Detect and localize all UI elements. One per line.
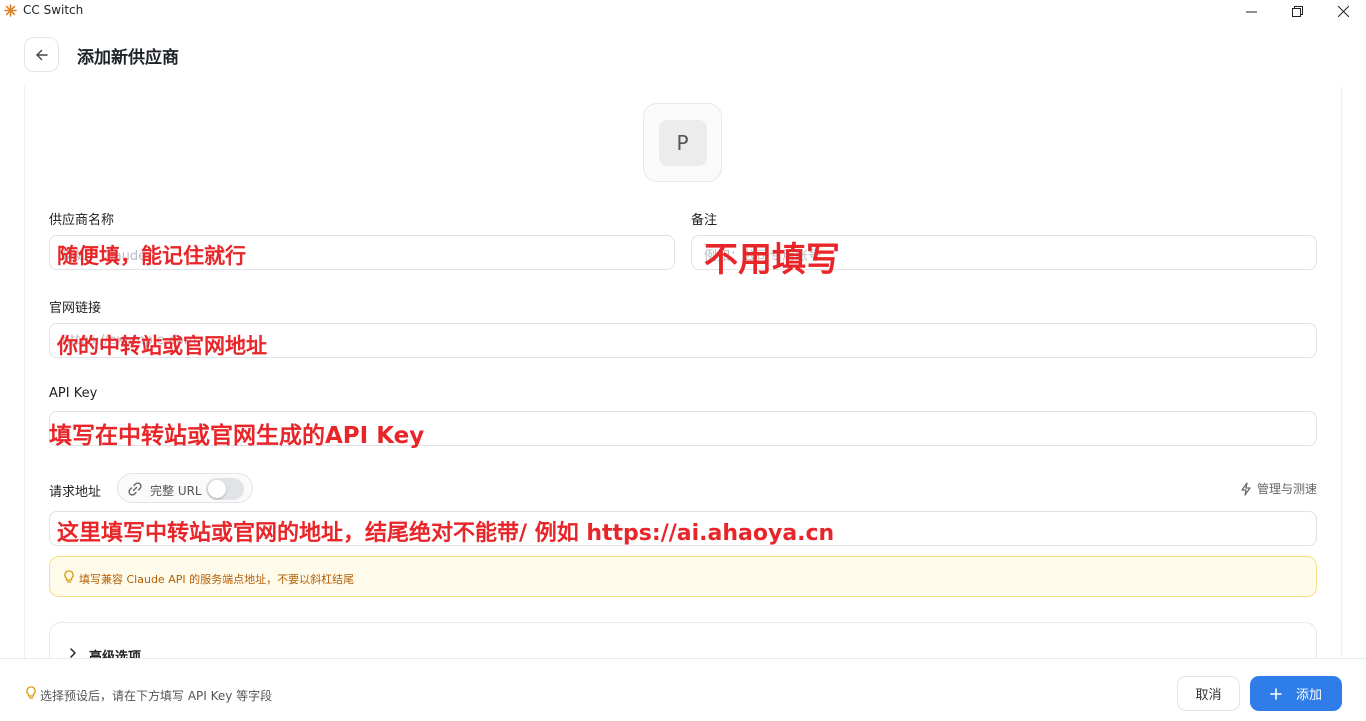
page-title: 添加新供应商 [77, 48, 179, 68]
add-button[interactable]: 添加 [1250, 676, 1342, 711]
api-key-annotation: 填写在中转站或官网生成的API Key [49, 423, 425, 449]
plus-icon [1270, 687, 1282, 700]
back-button[interactable] [24, 37, 59, 72]
notes-annotation: 不用填写 [704, 240, 840, 280]
back-arrow-icon [35, 49, 48, 60]
full-url-toggle[interactable]: 完整 URL [117, 473, 253, 503]
notes-label: 备注 [691, 213, 718, 228]
full-url-label: 完整 URL [150, 484, 202, 498]
app-logo-icon [4, 4, 17, 17]
endpoint-hint-text: 填写兼容 Claude API 的服务端点地址，不要以斜杠结尾 [79, 573, 355, 586]
maximize-button[interactable] [1274, 0, 1320, 22]
website-annotation: 你的中转站或官网地址 [57, 334, 267, 358]
website-label: 官网链接 [49, 301, 102, 316]
footer-hint: 选择预设后，请在下方填写 API Key 等字段 [40, 689, 273, 703]
lightning-icon [1241, 481, 1251, 496]
provider-avatar: P [658, 119, 707, 166]
cancel-button[interactable]: 取消 [1177, 676, 1240, 711]
provider-name-annotation: 随便填，能记住就行 [57, 244, 246, 268]
endpoint-hint: 填写兼容 Claude API 的服务端点地址，不要以斜杠结尾 [49, 556, 1317, 597]
footer-bar: 选择预设后，请在下方填写 API Key 等字段 取消 添加 [0, 658, 1366, 721]
manage-speedtest-label: 管理与测速 [1257, 482, 1318, 496]
lightbulb-icon [64, 570, 74, 583]
close-window-button[interactable] [1320, 0, 1366, 22]
endpoint-annotation: 这里填写中转站或官网的地址，结尾绝对不能带/ 例如 https://ai.aha… [57, 521, 835, 546]
lightbulb-icon [26, 686, 36, 699]
manage-speedtest-button[interactable]: 管理与测速 [1239, 480, 1317, 497]
full-url-switch[interactable] [206, 478, 244, 500]
window-title: CC Switch [23, 3, 84, 17]
provider-name-label: 供应商名称 [49, 213, 115, 228]
endpoint-label: 请求地址 [49, 485, 102, 500]
title-bar: CC Switch [0, 0, 1366, 22]
minimize-icon [1245, 11, 1257, 12]
api-key-label: API Key [49, 386, 98, 401]
add-button-label: 添加 [1295, 688, 1322, 703]
page-header: 添加新供应商 [0, 22, 1366, 86]
minimize-button[interactable] [1228, 0, 1274, 22]
close-icon [1337, 5, 1349, 17]
link-icon [128, 482, 142, 496]
maximize-icon [1291, 5, 1303, 17]
provider-icon-picker[interactable]: P [643, 103, 722, 182]
